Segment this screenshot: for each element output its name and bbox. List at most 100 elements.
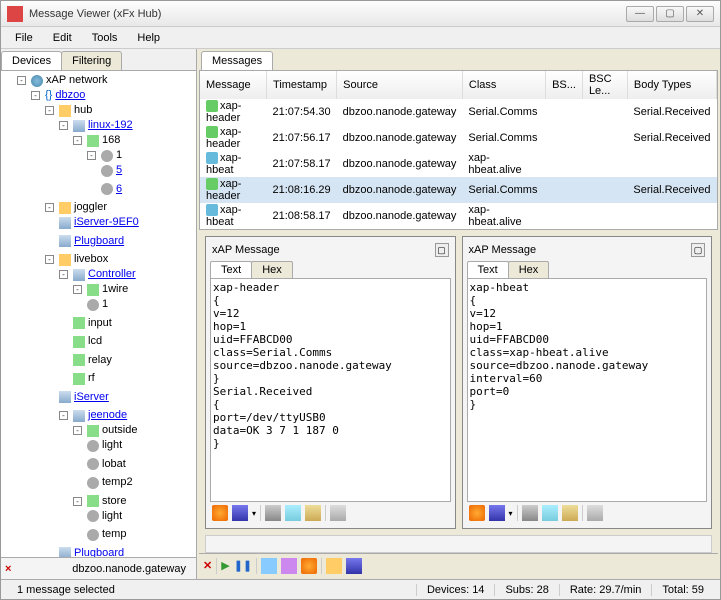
table-row[interactable]: xap-hbeat21:08:58.17dbzoo.nanode.gateway…: [200, 203, 717, 229]
pause-button[interactable]: ❚❚: [234, 559, 252, 572]
copy-icon[interactable]: [542, 505, 558, 521]
tree-lobat1[interactable]: lobat: [102, 457, 126, 472]
tab-filtering[interactable]: Filtering: [61, 51, 122, 70]
tree-hub[interactable]: hub: [74, 103, 92, 118]
panel2-body[interactable]: [467, 278, 708, 502]
tree-5[interactable]: 5: [116, 163, 122, 178]
run-icon[interactable]: [587, 505, 603, 521]
tree-controller[interactable]: Controller: [88, 267, 136, 282]
broadcast-icon[interactable]: [212, 505, 228, 521]
delete-button[interactable]: ✕: [203, 559, 212, 572]
table-row[interactable]: xap-header21:07:54.30dbzoo.nanode.gatewa…: [200, 99, 717, 125]
titlebar[interactable]: Message Viewer (xFx Hub) — ▢ ✕: [1, 1, 720, 27]
paste-icon[interactable]: [305, 505, 321, 521]
right-pane: Messages Message Timestamp Source Class …: [197, 49, 720, 579]
panel2-tab-hex[interactable]: Hex: [508, 261, 550, 278]
app-icon: [7, 6, 23, 22]
close-button[interactable]: ✕: [686, 6, 714, 22]
tree-6[interactable]: 6: [116, 182, 122, 197]
tool1-icon[interactable]: [261, 558, 277, 574]
main-content: Devices Filtering -xAP network -{} dbzoo…: [1, 49, 720, 579]
tab-messages[interactable]: Messages: [201, 51, 273, 70]
col-message[interactable]: Message: [200, 71, 267, 99]
col-bscle[interactable]: BSC Le...: [582, 71, 627, 99]
col-timestamp[interactable]: Timestamp: [267, 71, 337, 99]
tree-outside[interactable]: outside: [102, 423, 137, 438]
panel2-tab-text[interactable]: Text: [467, 261, 509, 278]
tree-joggler[interactable]: joggler: [74, 200, 107, 215]
copy-icon[interactable]: [285, 505, 301, 521]
tree-1wire[interactable]: 1wire: [102, 282, 128, 297]
window-title: Message Viewer (xFx Hub): [29, 8, 626, 20]
maximize-button[interactable]: ▢: [656, 6, 684, 22]
tree-1[interactable]: 1: [116, 148, 122, 163]
cut-icon[interactable]: [522, 505, 538, 521]
panel2-toolbar: ▾: [467, 502, 708, 524]
tree-168[interactable]: 168: [102, 133, 120, 148]
col-source[interactable]: Source: [337, 71, 463, 99]
clear-filter-button[interactable]: ×: [5, 563, 21, 575]
paste-icon[interactable]: [562, 505, 578, 521]
broadcast-icon[interactable]: [301, 558, 317, 574]
panel1-tab-hex[interactable]: Hex: [251, 261, 293, 278]
run-icon[interactable]: [330, 505, 346, 521]
tree-1wire-1[interactable]: 1: [102, 297, 108, 312]
panel1-toolbar: ▾: [210, 502, 451, 524]
table-row[interactable]: xap-header21:07:56.17dbzoo.nanode.gatewa…: [200, 125, 717, 151]
left-tabs: Devices Filtering: [1, 49, 196, 71]
tree-dbzoo[interactable]: dbzoo: [55, 88, 85, 103]
left-pane: Devices Filtering -xAP network -{} dbzoo…: [1, 49, 197, 579]
panel1-tab-text[interactable]: Text: [210, 261, 252, 278]
tree-temp2[interactable]: temp2: [102, 475, 133, 490]
tree-root[interactable]: xAP network: [46, 73, 108, 88]
cut-icon[interactable]: [265, 505, 281, 521]
panel1-close-button[interactable]: ▢: [435, 243, 449, 257]
minimize-button[interactable]: —: [626, 6, 654, 22]
tree-plugboard1[interactable]: Plugboard: [74, 234, 124, 249]
tree-relay[interactable]: relay: [88, 353, 112, 368]
tree-iserver[interactable]: iServer: [74, 390, 109, 405]
message-type-icon: [206, 152, 218, 164]
col-bs[interactable]: BS...: [546, 71, 583, 99]
device-tree[interactable]: -xAP network -{} dbzoo -hub -linux-192 -…: [1, 71, 196, 557]
panel1-body[interactable]: [210, 278, 451, 502]
save-icon[interactable]: [346, 558, 362, 574]
horizontal-scrollbar[interactable]: [205, 535, 712, 553]
left-pane-footer: × dbzoo.nanode.gateway: [1, 557, 196, 579]
app-window: Message Viewer (xFx Hub) — ▢ ✕ File Edit…: [0, 0, 721, 600]
folder-icon: [59, 105, 71, 117]
tree-livebox[interactable]: livebox: [74, 252, 108, 267]
table-row[interactable]: xap-header21:08:16.29dbzoo.nanode.gatewa…: [200, 177, 717, 203]
tool2-icon[interactable]: [281, 558, 297, 574]
menu-help[interactable]: Help: [127, 30, 170, 46]
messages-table[interactable]: Message Timestamp Source Class BS... BSC…: [200, 71, 717, 229]
tree-rf[interactable]: rf: [88, 371, 95, 386]
col-bodytypes[interactable]: Body Types: [627, 71, 716, 99]
tree-temp1[interactable]: temp: [102, 527, 126, 542]
tree-iserver9ef0[interactable]: iServer-9EF0: [74, 215, 139, 230]
col-class[interactable]: Class: [462, 71, 545, 99]
tree-lcd[interactable]: lcd: [88, 334, 102, 349]
play-button[interactable]: ▶: [221, 559, 229, 572]
selected-device-path: dbzoo.nanode.gateway: [21, 563, 192, 575]
save-icon[interactable]: [489, 505, 505, 521]
save-icon[interactable]: [232, 505, 248, 521]
status-devices: Devices: 14: [416, 584, 494, 596]
status-total: Total: 59: [651, 584, 714, 596]
broadcast-icon[interactable]: [469, 505, 485, 521]
menu-tools[interactable]: Tools: [82, 30, 128, 46]
message-type-icon: [206, 204, 218, 216]
table-row[interactable]: xap-hbeat21:07:58.17dbzoo.nanode.gateway…: [200, 151, 717, 177]
panel2-close-button[interactable]: ▢: [691, 243, 705, 257]
tree-jeenode[interactable]: jeenode: [88, 408, 127, 423]
tree-light1[interactable]: light: [102, 438, 122, 453]
tree-linux192[interactable]: linux-192: [88, 118, 133, 133]
tree-plugboard2[interactable]: Plugboard: [74, 546, 124, 558]
menu-edit[interactable]: Edit: [43, 30, 82, 46]
tree-light2[interactable]: light: [102, 509, 122, 524]
open-icon[interactable]: [326, 558, 342, 574]
tree-input[interactable]: input: [88, 316, 112, 331]
tab-devices[interactable]: Devices: [1, 51, 62, 70]
tree-store[interactable]: store: [102, 494, 126, 509]
menu-file[interactable]: File: [5, 30, 43, 46]
